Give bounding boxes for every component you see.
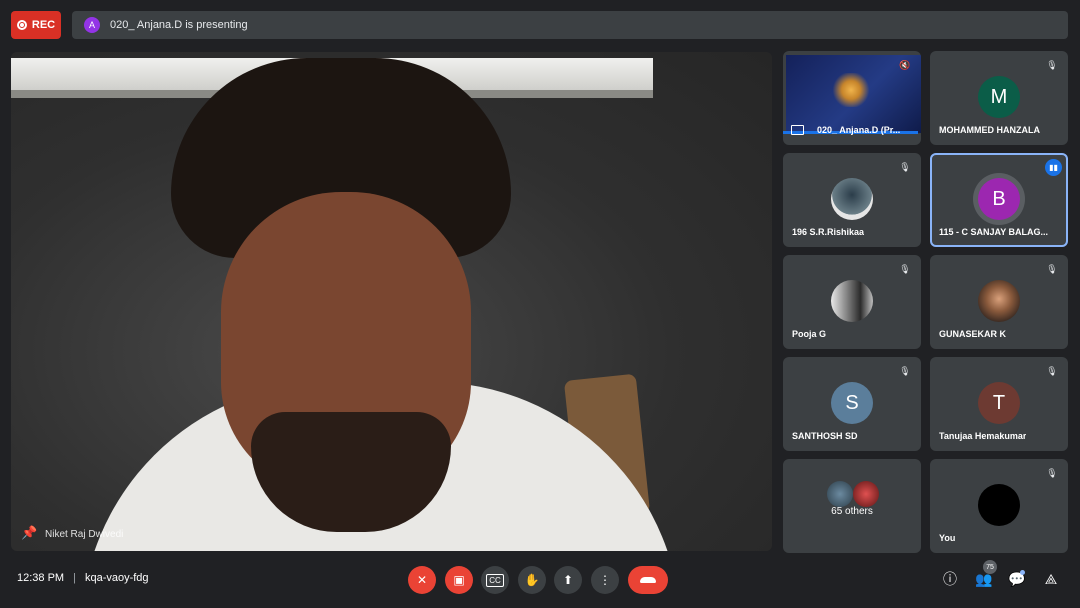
avatar — [978, 280, 1020, 322]
participant-name: 115 - C SANJAY BALAG... — [939, 227, 1049, 237]
avatar — [831, 280, 873, 322]
presentation-banner: A 020_ Anjana.D is presenting — [72, 11, 1068, 39]
participant-tile-rishikaa[interactable]: 🎙 196 S.R.Rishikaa — [783, 153, 921, 247]
divider: | — [73, 572, 76, 584]
camera-toggle-button[interactable]: ▣ — [445, 566, 473, 594]
avatar — [831, 178, 873, 220]
more-icon: ⋮ — [599, 573, 611, 587]
mic-toggle-button[interactable]: ✕ — [408, 566, 436, 594]
recording-button[interactable]: REC — [11, 11, 61, 39]
others-count: 65 others — [831, 506, 873, 517]
activities-button[interactable]: ⟁ — [1041, 569, 1061, 589]
chat-notification-dot — [1020, 570, 1025, 575]
participant-name: 196 S.R.Rishikaa — [792, 227, 865, 237]
mic-off-icon: 🎙 — [899, 365, 911, 376]
captions-button[interactable]: CC — [481, 566, 509, 594]
avatar: M — [978, 76, 1020, 118]
self-video — [978, 484, 1020, 526]
mic-off-icon: 🎙 — [899, 161, 911, 172]
meeting-details-button[interactable]: ⓘ — [940, 569, 960, 589]
main-speaker-name: Niket Raj Dwivedi — [45, 529, 124, 540]
hand-icon: ✋ — [524, 573, 540, 587]
participant-tile-you[interactable]: 🎙 You — [930, 459, 1068, 553]
mic-off-icon: 🎙 — [899, 263, 911, 274]
participant-tile-gunasekar[interactable]: 🎙 GUNASEKAR K — [930, 255, 1068, 349]
clock-time: 12:38 PM — [17, 572, 65, 584]
other-avatar-1 — [827, 481, 853, 507]
present-button[interactable]: ⬆ — [554, 566, 582, 594]
participant-tile-mohammed[interactable]: 🎙 M MOHAMMED HANZALA — [930, 51, 1068, 145]
record-icon — [16, 20, 27, 30]
presenter-avatar: A — [84, 17, 100, 33]
participant-tile-pooja[interactable]: 🎙 Pooja G — [783, 255, 921, 349]
more-options-button[interactable]: ⋮ — [591, 566, 619, 594]
presenting-text: 020_ Anjana.D is presenting — [110, 19, 248, 31]
participant-tile-sanjay[interactable]: ▮▮ B 115 - C SANJAY BALAG... — [930, 153, 1068, 247]
raise-hand-button[interactable]: ✋ — [518, 566, 546, 594]
camera-off-icon: ▣ — [453, 573, 465, 587]
meeting-code: kqa-vaoy-fdg — [84, 572, 149, 584]
meeting-details: 12:38 PM | kqa-vaoy-fdg — [17, 572, 149, 584]
participant-name: Tanujaa Hemakumar — [939, 431, 1027, 441]
mic-off-icon: 🎙 — [1046, 59, 1058, 70]
mic-off-icon: 🎙 — [1046, 467, 1058, 478]
participant-name: MOHAMMED HANZALA — [939, 125, 1040, 135]
mic-off-icon: 🎙 — [1046, 365, 1058, 376]
screen-logo — [831, 73, 871, 107]
participant-name: GUNASEKAR K — [939, 329, 1007, 339]
info-icon: ⓘ — [943, 571, 957, 587]
hangup-icon — [640, 577, 656, 583]
speaking-icon: ▮▮ — [1045, 159, 1062, 176]
participant-name: 020_ Anjana.D (Pr... — [817, 125, 901, 135]
people-count-badge: 75 — [983, 560, 997, 574]
participant-tile-presentation[interactable]: 🔇 020_ Anjana.D (Pr... — [783, 51, 921, 145]
captions-icon: CC — [486, 573, 504, 587]
participant-name: You — [939, 533, 956, 543]
participant-tile-tanujaa[interactable]: 🎙 T Tanujaa Hemakumar — [930, 357, 1068, 451]
pin-icon[interactable]: 📌 — [21, 525, 37, 541]
main-speaker-video[interactable]: 📌 Niket Raj Dwivedi — [11, 52, 772, 551]
participant-name: Pooja G — [792, 329, 827, 339]
recording-label: REC — [31, 19, 56, 31]
participant-tile-santhosh[interactable]: 🎙 S SANTHOSH SD — [783, 357, 921, 451]
activities-icon: ⟁ — [1044, 570, 1058, 587]
avatar: B — [978, 178, 1020, 220]
avatar: T — [978, 382, 1020, 424]
mic-off-icon: ✕ — [416, 573, 428, 587]
present-icon — [791, 125, 804, 135]
avatar: S — [831, 382, 873, 424]
participant-name: SANTHOSH SD — [792, 431, 858, 441]
leave-call-button[interactable] — [628, 566, 668, 594]
mic-off-icon: 🎙 — [1046, 263, 1058, 274]
other-avatar-2 — [853, 481, 879, 507]
mute-icon: 🔇 — [899, 59, 911, 70]
participant-tile-others[interactable]: 65 others — [783, 459, 921, 553]
present-icon: ⬆ — [562, 573, 574, 587]
